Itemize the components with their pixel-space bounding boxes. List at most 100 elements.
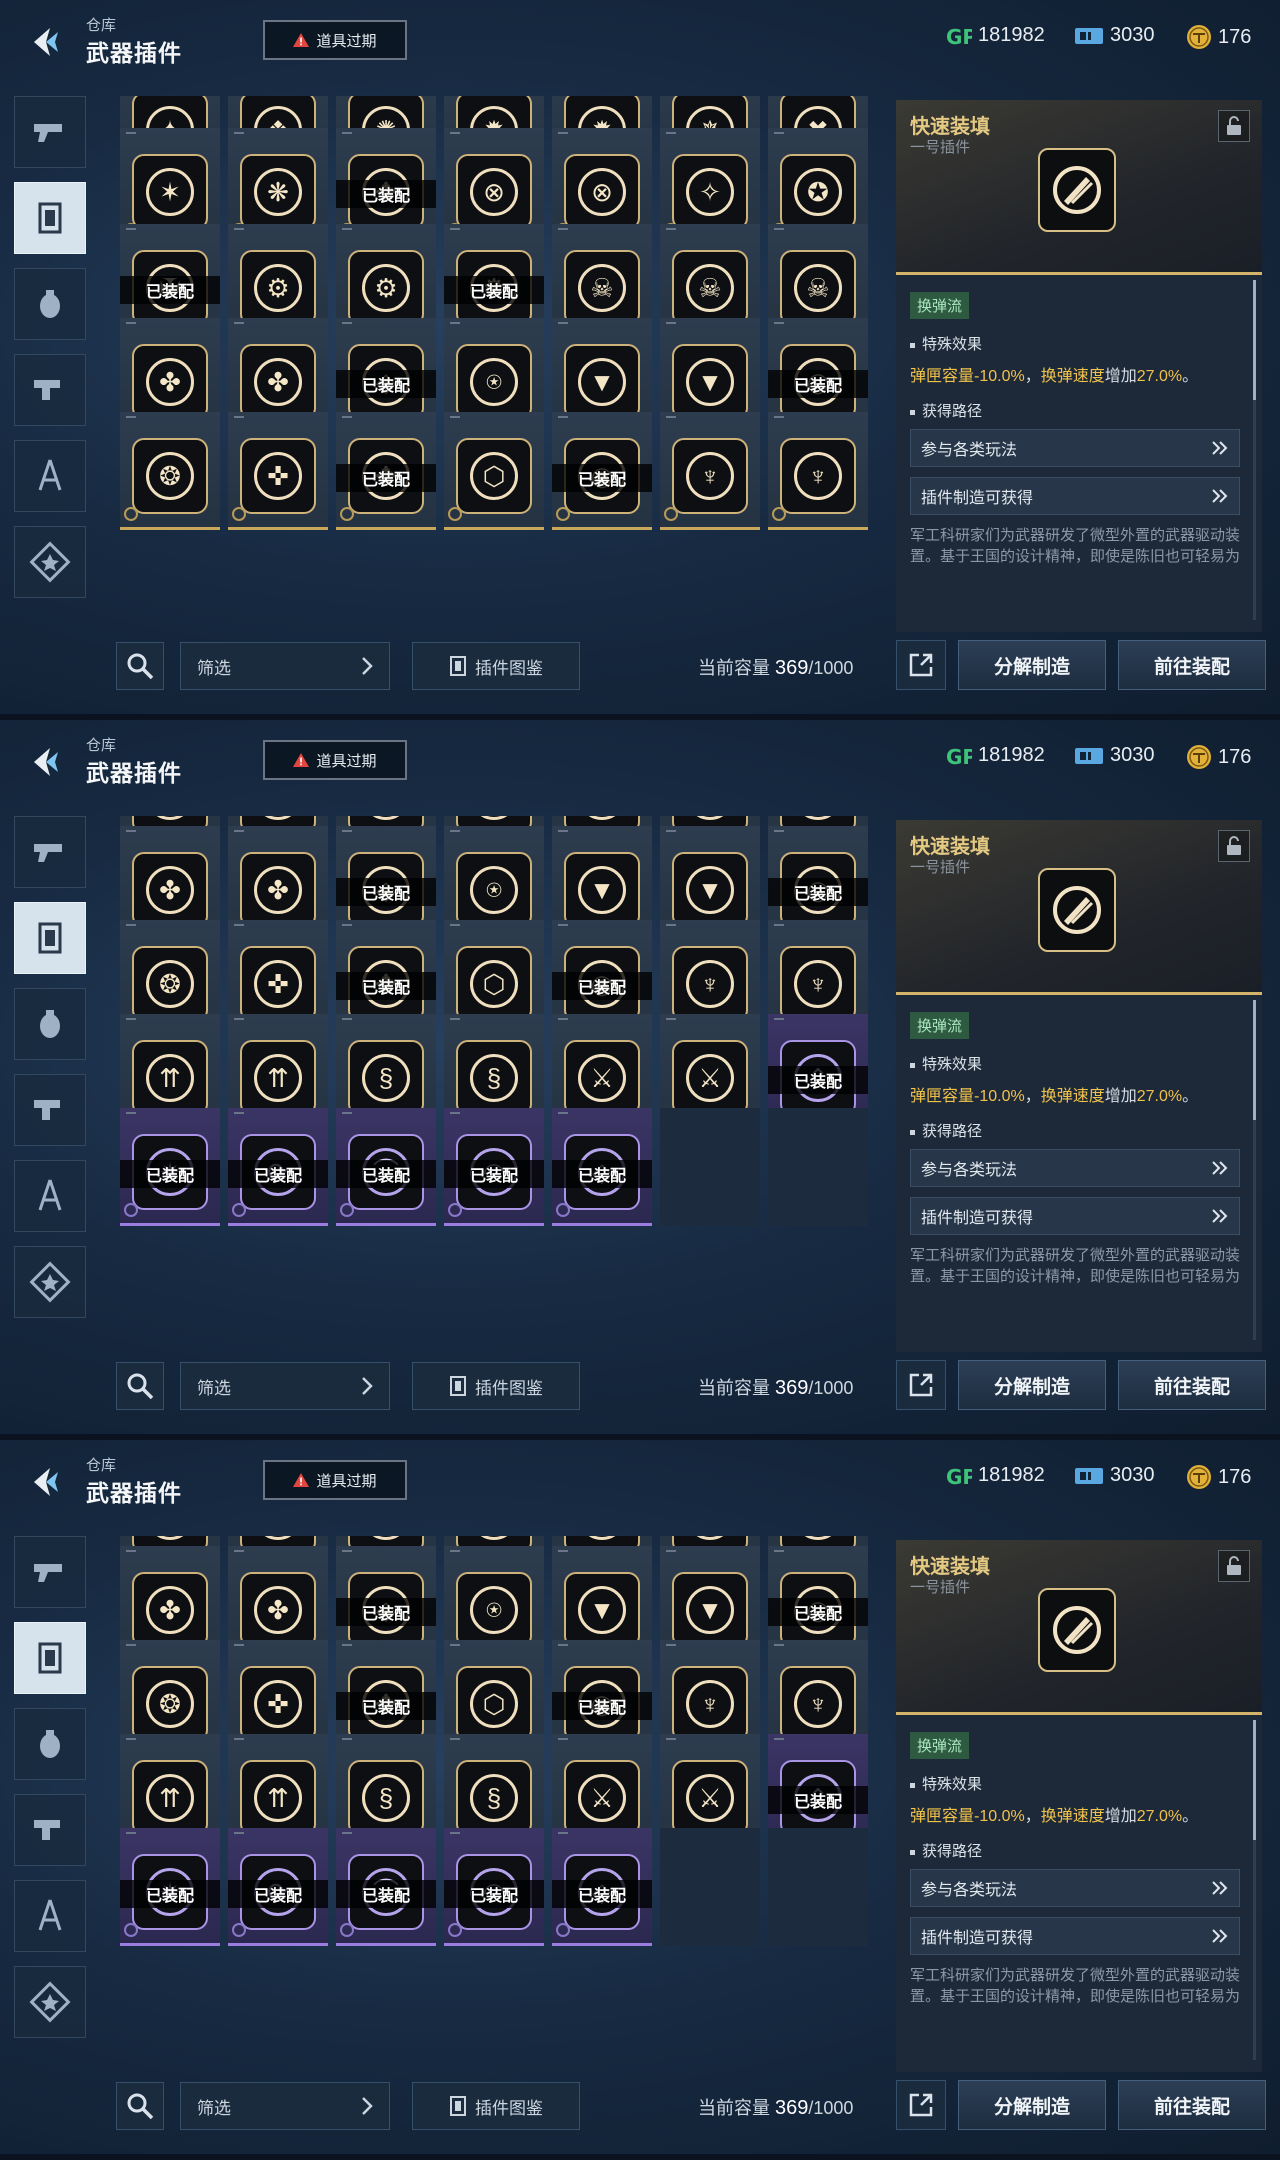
effect-text: 弹匣容量-10.0%，换弹速度增加27.0%。 bbox=[910, 362, 1240, 386]
filter-button[interactable]: 筛选 bbox=[180, 1362, 390, 1410]
share-button[interactable] bbox=[896, 2080, 946, 2130]
search-button[interactable] bbox=[116, 1362, 164, 1410]
share-button[interactable] bbox=[896, 1360, 946, 1410]
go-equip-button[interactable]: 前往装配 bbox=[1118, 640, 1266, 690]
card-corner-mark bbox=[342, 924, 352, 926]
sidebar-item-plugin[interactable] bbox=[14, 182, 86, 254]
source-item-gameplay[interactable]: 参与各类玩法 bbox=[910, 1149, 1240, 1187]
sidebar-item-compass[interactable] bbox=[14, 1160, 86, 1232]
card-corner-mark bbox=[234, 228, 244, 230]
equipped-badge: 已装配 bbox=[336, 1598, 436, 1626]
plugin-icon-frame: ✶ bbox=[132, 154, 208, 230]
sidebar-item-star-badge[interactable] bbox=[14, 526, 86, 598]
back-button[interactable] bbox=[22, 738, 74, 786]
search-button[interactable] bbox=[116, 2082, 164, 2130]
disassemble-button[interactable]: 分解制造 bbox=[958, 640, 1106, 690]
plugin-codex-button[interactable]: 插件图鉴 bbox=[412, 1362, 580, 1410]
lock-button[interactable] bbox=[1218, 1550, 1250, 1582]
sidebar-item-star-badge[interactable] bbox=[14, 1966, 86, 2038]
rarity-gear-icon bbox=[556, 1203, 570, 1217]
card-corner-mark bbox=[774, 1550, 784, 1552]
plugin-card[interactable]: ⟳已装配 bbox=[228, 1828, 328, 1946]
currency-ticket[interactable]: 3030 bbox=[1074, 744, 1155, 767]
currency-ticket[interactable]: 3030 bbox=[1074, 1464, 1155, 1487]
plugin-card[interactable]: ◉已装配 bbox=[552, 412, 652, 530]
currency-coin[interactable]: 176 bbox=[1186, 1464, 1251, 1490]
currency-coin[interactable]: 176 bbox=[1186, 744, 1251, 770]
sidebar-item-compass[interactable] bbox=[14, 1880, 86, 1952]
item-expired-button[interactable]: 道具过期 bbox=[263, 20, 407, 60]
plugin-codex-button[interactable]: 插件图鉴 bbox=[412, 2082, 580, 2130]
sidebar-item-gun-part[interactable] bbox=[14, 1074, 86, 1146]
source-item-craft[interactable]: 插件制造可获得 bbox=[910, 1197, 1240, 1235]
disassemble-button[interactable]: 分解制造 bbox=[958, 2080, 1106, 2130]
back-button[interactable] bbox=[22, 18, 74, 66]
detail-scrollbar[interactable] bbox=[1253, 1720, 1256, 2060]
detail-scrollbar[interactable] bbox=[1253, 280, 1256, 620]
source-item-gameplay[interactable]: 参与各类玩法 bbox=[910, 429, 1240, 467]
plugin-card[interactable]: ✥已装配 bbox=[336, 412, 436, 530]
sidebar-item-compass[interactable] bbox=[14, 440, 86, 512]
currency-gp[interactable]: GP 181982 bbox=[946, 1464, 1045, 1487]
plugin-card[interactable]: ◠已装配 bbox=[444, 1108, 544, 1226]
plugin-card[interactable]: ✷已装配 bbox=[120, 1828, 220, 1946]
search-button[interactable] bbox=[116, 642, 164, 690]
currency-ticket[interactable]: 3030 bbox=[1074, 24, 1155, 47]
sidebar-item-plugin[interactable] bbox=[14, 1622, 86, 1694]
sidebar-item-gun-part[interactable] bbox=[14, 1794, 86, 1866]
card-corner-mark bbox=[666, 132, 676, 134]
sidebar-item-pistol[interactable] bbox=[14, 96, 86, 168]
plugin-card[interactable]: ◠已装配 bbox=[444, 1828, 544, 1946]
plugin-card[interactable]: ♆ bbox=[768, 412, 868, 530]
filter-button[interactable]: 筛选 bbox=[180, 2082, 390, 2130]
lock-button[interactable] bbox=[1218, 830, 1250, 862]
plugin-card[interactable]: ◇已装配 bbox=[552, 1828, 652, 1946]
plugin-card[interactable]: ✷已装配 bbox=[120, 1108, 220, 1226]
card-corner-mark bbox=[234, 1018, 244, 1020]
lock-button[interactable] bbox=[1218, 110, 1250, 142]
plugin-card[interactable]: ✜ bbox=[228, 412, 328, 530]
card-corner-mark bbox=[342, 228, 352, 230]
back-button[interactable] bbox=[22, 1458, 74, 1506]
plugin-card[interactable]: ⌒已装配 bbox=[336, 1828, 436, 1946]
card-corner-mark bbox=[450, 1832, 460, 1834]
back-arrow-icon bbox=[34, 748, 58, 776]
filter-button[interactable]: 筛选 bbox=[180, 642, 390, 690]
sidebar-item-pistol[interactable] bbox=[14, 1536, 86, 1608]
currency-coin[interactable]: 176 bbox=[1186, 24, 1251, 50]
sidebar-item-plugin[interactable] bbox=[14, 902, 86, 974]
sidebar-item-gun-part[interactable] bbox=[14, 354, 86, 426]
plugin-emblem-icon: ✤ bbox=[254, 816, 302, 820]
go-equip-button[interactable]: 前往装配 bbox=[1118, 1360, 1266, 1410]
plugin-card[interactable]: ♆ bbox=[660, 412, 760, 530]
plugin-icon-frame: § bbox=[456, 1040, 532, 1116]
source-item-craft[interactable]: 插件制造可获得 bbox=[910, 477, 1240, 515]
search-icon bbox=[127, 2093, 154, 2120]
card-corner-mark bbox=[666, 1738, 676, 1740]
disassemble-button[interactable]: 分解制造 bbox=[958, 1360, 1106, 1410]
currency-gp[interactable]: GP 181982 bbox=[946, 744, 1045, 767]
effect-end: 。 bbox=[1182, 1808, 1199, 1825]
sidebar-item-star-badge[interactable] bbox=[14, 1246, 86, 1318]
plugin-card[interactable]: ⟳已装配 bbox=[228, 1108, 328, 1226]
sidebar-item-grenade[interactable] bbox=[14, 268, 86, 340]
sidebar-item-grenade[interactable] bbox=[14, 988, 86, 1060]
plugin-codex-button[interactable]: 插件图鉴 bbox=[412, 642, 580, 690]
go-equip-button[interactable]: 前往装配 bbox=[1118, 2080, 1266, 2130]
card-corner-mark bbox=[234, 1112, 244, 1114]
source-item-gameplay[interactable]: 参与各类玩法 bbox=[910, 1869, 1240, 1907]
item-expired-button[interactable]: 道具过期 bbox=[263, 740, 407, 780]
plugin-card[interactable]: ❂ bbox=[120, 412, 220, 530]
sidebar-item-pistol[interactable] bbox=[14, 816, 86, 888]
item-expired-button[interactable]: 道具过期 bbox=[263, 1460, 407, 1500]
share-button[interactable] bbox=[896, 640, 946, 690]
plugin-card[interactable]: ◇已装配 bbox=[552, 1108, 652, 1226]
plugin-card[interactable]: ⬡ bbox=[444, 412, 544, 530]
detail-scrollbar[interactable] bbox=[1253, 1000, 1256, 1340]
currency-gp[interactable]: GP 181982 bbox=[946, 24, 1045, 47]
codex-icon bbox=[450, 2096, 466, 2116]
source-item-craft[interactable]: 插件制造可获得 bbox=[910, 1917, 1240, 1955]
capacity-label: 当前容量 bbox=[698, 1378, 770, 1398]
sidebar-item-grenade[interactable] bbox=[14, 1708, 86, 1780]
plugin-card[interactable]: ⌒已装配 bbox=[336, 1108, 436, 1226]
